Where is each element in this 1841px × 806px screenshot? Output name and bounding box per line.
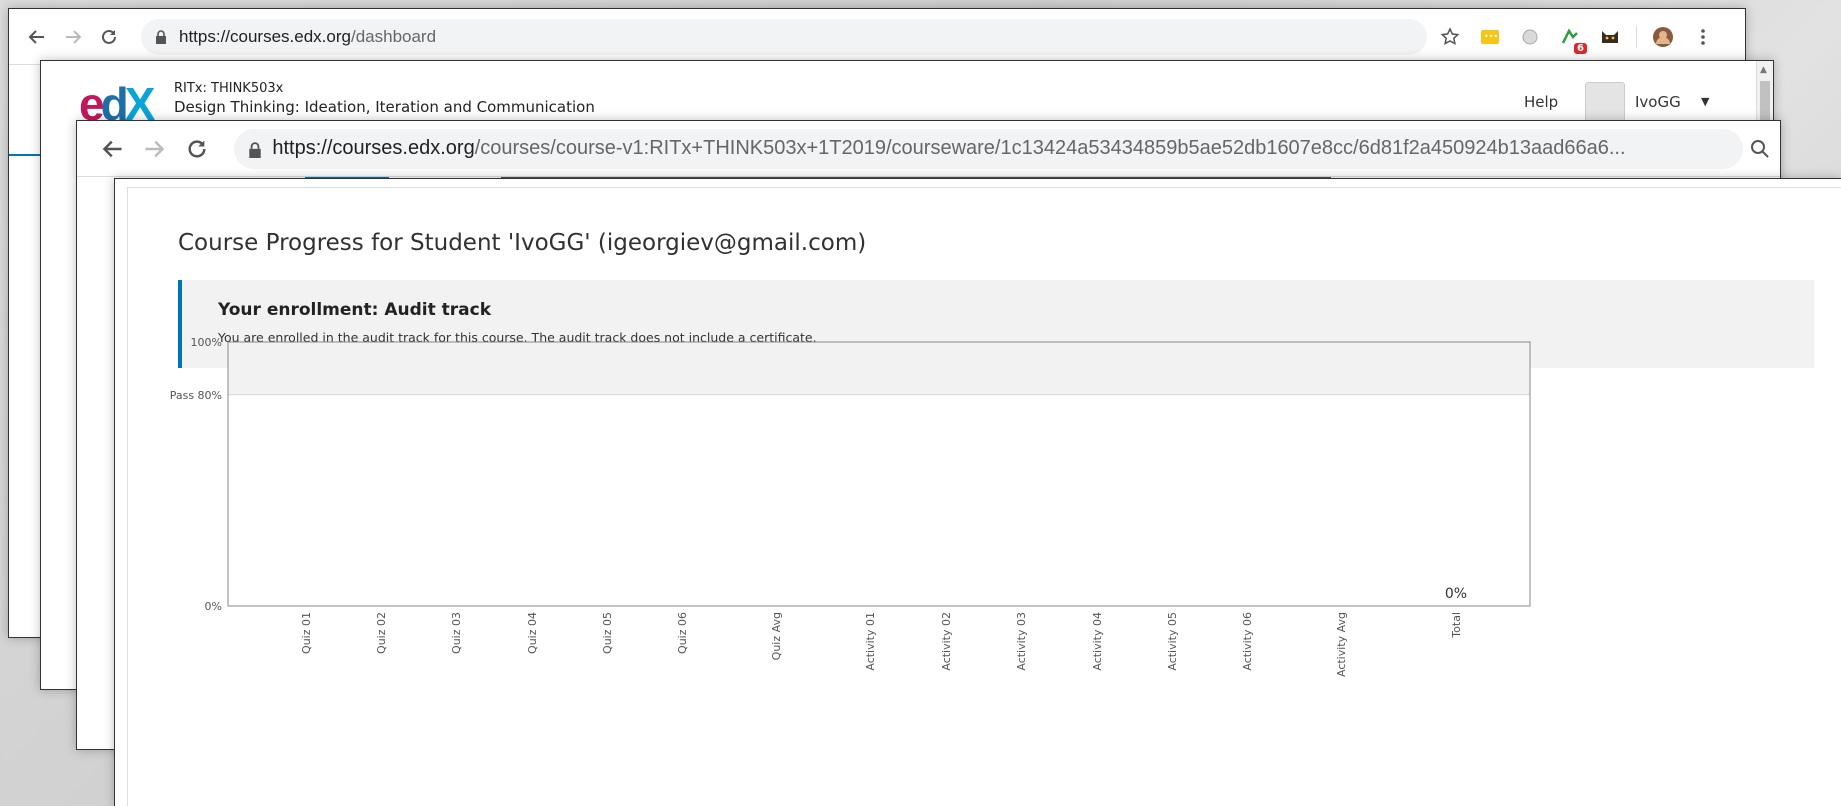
back-arrow-icon [102,140,122,157]
url-host: https://courses.edx.org [179,26,351,46]
x-category-label: Total [1450,612,1463,639]
forward-button[interactable] [132,131,175,167]
y-tick-label: 0% [205,600,222,613]
y-tick-label: Pass 80% [170,389,222,402]
user-menu-name[interactable]: IvoGG [1635,93,1681,111]
y-tick-label: 100% [191,336,222,349]
x-category-label: Activity 01 [864,612,877,671]
x-category-label: Activity 04 [1091,612,1104,671]
x-category-label: Activity 05 [1166,612,1179,671]
chrome-menu-icon[interactable] [1692,26,1714,48]
extension-cat-icon[interactable] [1599,26,1621,48]
x-category-label: Quiz 04 [526,612,539,654]
reload-button[interactable] [175,131,218,167]
forward-arrow-icon [145,140,165,157]
address-bar-courseware[interactable]: https://courses.edx.org/courses/course-v… [234,128,1744,169]
lock-icon [155,29,169,44]
zoom-search-icon[interactable] [1749,138,1771,160]
progress-page: Course Progress for Student 'IvoGG' (ige… [127,187,1841,806]
course-title: Design Thinking: Ideation, Iteration and… [174,98,595,116]
url-path: /dashboard [350,26,437,46]
x-category-label: Quiz 03 [450,612,463,654]
user-avatar[interactable] [1585,82,1625,122]
x-category-label: Activity Avg [1335,612,1348,677]
address-bar[interactable]: https://courses.edx.org/dashboard [141,18,1427,55]
url-path: /courses/course-v1:RITx+THINK503x+1T2019… [474,137,1626,159]
x-category-label: Quiz 06 [676,612,689,654]
total-value-label: 0% [1445,586,1467,602]
extension-badge: 6 [1574,42,1587,54]
extension-notifier-icon[interactable]: 6 [1559,26,1587,54]
extension-password-icon[interactable]: ••• [1479,26,1501,48]
reload-icon [188,139,206,158]
help-link[interactable]: Help [1524,93,1558,111]
back-button[interactable] [93,131,132,167]
x-category-label: Quiz Avg [770,612,783,660]
caret-down-icon[interactable]: ▼ [1701,95,1709,108]
url-host: https://courses.edx.org [272,137,475,159]
forward-button[interactable] [55,19,91,55]
forward-arrow-icon [66,29,82,44]
browser-toolbar-courseware: https://courses.edx.org/courses/course-v… [77,121,1780,177]
lock-icon [248,141,262,158]
x-category-label: Quiz 02 [375,612,388,654]
x-category-label: Quiz 01 [300,612,313,654]
x-category-label: Quiz 05 [601,612,614,654]
svg-text:•••: ••• [1484,32,1498,41]
x-category-label: Activity 06 [1241,612,1254,671]
x-category-label: Activity 03 [1015,612,1028,671]
reload-button[interactable] [91,19,127,55]
pass-band [228,342,1530,395]
reload-icon [102,29,116,44]
scroll-up-icon[interactable]: ▲ [1760,65,1767,75]
profile-avatar-icon[interactable] [1652,26,1674,48]
grade-chart: 100% Pass 80% 0% Quiz 01 Quiz 02 Quiz 03 Quiz … [170,336,1531,677]
course-org-code: RITx: THINK503x [174,81,284,96]
browser-window-progress: Course Progress for Student 'IvoGG' (ige… [114,178,1841,806]
extension-circle-icon[interactable] [1519,26,1541,48]
back-arrow-icon [28,29,44,44]
browser-toolbar: https://courses.edx.org/dashboard ••• 6 [9,9,1745,65]
x-category-label: Activity 02 [940,612,953,671]
back-button[interactable] [19,19,55,55]
bookmark-star-icon[interactable] [1439,26,1461,48]
